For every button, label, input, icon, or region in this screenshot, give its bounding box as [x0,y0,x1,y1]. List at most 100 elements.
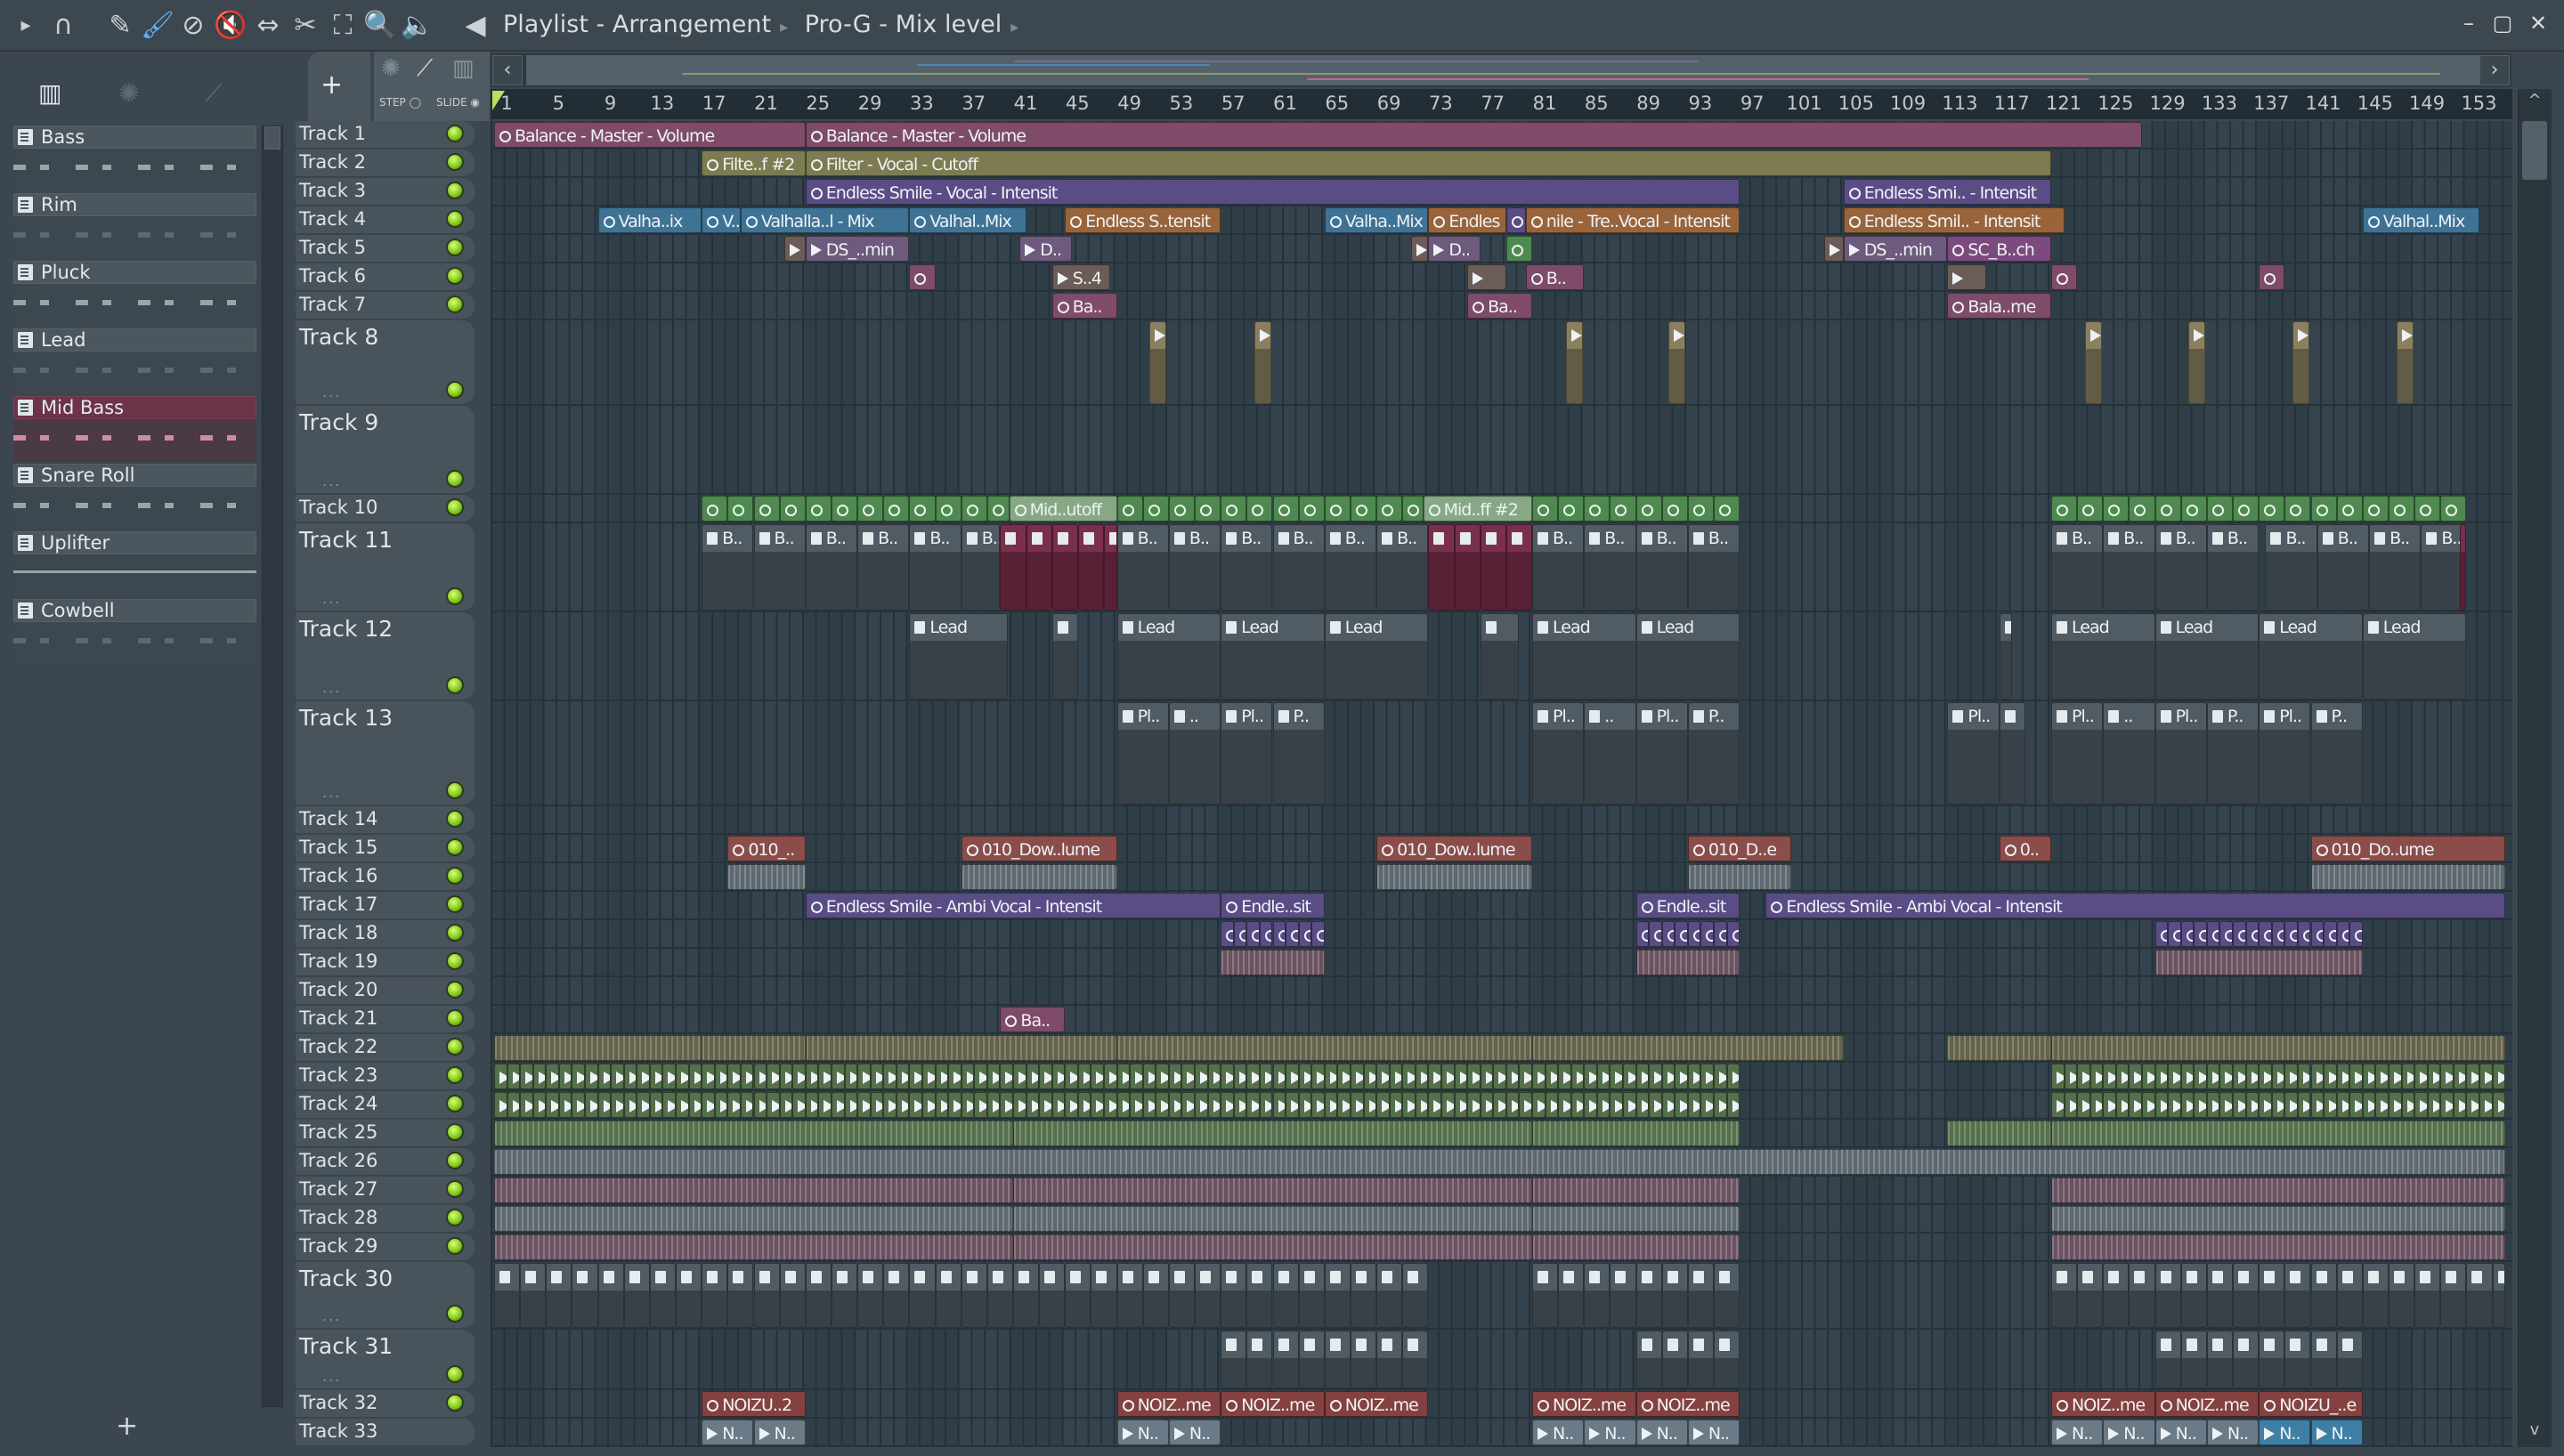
clip[interactable]: Balance - Master - Volume [494,122,806,148]
clip[interactable] [883,1263,910,1328]
track-enable-led[interactable] [446,239,464,256]
clip[interactable] [1195,1263,1221,1328]
clip[interactable] [1091,1064,1104,1089]
clip[interactable]: Pl.. [1116,702,1169,805]
zoom-icon[interactable]: 🔍 [363,9,397,43]
channel-pattern-preview[interactable] [13,554,256,597]
track-header[interactable]: Track 14 [296,806,475,835]
clip[interactable] [1675,1064,1688,1089]
track-header[interactable]: Track 27 [296,1177,475,1205]
clip[interactable]: B.. [1525,264,1585,290]
clip[interactable] [2324,1092,2337,1118]
clip[interactable] [818,1064,832,1089]
clip[interactable] [1272,496,1299,522]
channel-uplifter[interactable]: Uplifter [13,531,256,599]
clip[interactable]: 010_D..e [1687,836,1792,861]
clip[interactable] [1700,1092,1715,1118]
track-more-icon[interactable]: ... [322,384,341,400]
clip[interactable] [805,1064,819,1089]
clip[interactable] [2051,1206,2506,1232]
clip[interactable] [1558,1092,1571,1118]
clip[interactable]: DS_..min [805,236,910,262]
clip[interactable] [1246,1331,1273,1388]
clip[interactable] [1687,1064,1701,1089]
clip[interactable] [2077,1263,2104,1328]
clip[interactable]: Lead [1532,613,1636,700]
clip[interactable] [1376,1064,1390,1089]
clip[interactable] [2180,1331,2207,1388]
clip[interactable] [1532,1206,1740,1232]
clip[interactable]: B.. [2369,524,2422,611]
clip[interactable] [623,1064,637,1089]
track-header[interactable]: Track 33 [296,1419,475,1447]
clip[interactable] [507,1092,521,1118]
clip[interactable] [1714,496,1740,522]
clip[interactable] [2284,921,2298,947]
clip[interactable] [1558,496,1585,522]
clip[interactable] [1505,236,1532,262]
clip[interactable] [1311,1092,1325,1118]
clip[interactable] [1116,1092,1131,1118]
clip[interactable] [1687,1263,1715,1328]
clip[interactable] [1000,1092,1013,1118]
clip[interactable] [2324,921,2337,947]
clip[interactable] [2259,921,2272,947]
clip[interactable] [1051,613,1078,700]
clip[interactable] [1363,1064,1377,1089]
clip[interactable] [1661,496,1688,522]
breadcrumb-playlist[interactable]: Playlist - Arrangement [503,11,771,38]
clip[interactable] [2310,1263,2337,1328]
clip[interactable] [1570,1092,1585,1118]
clip[interactable] [2349,921,2363,947]
clip[interactable] [2259,1263,2285,1328]
clip[interactable] [2310,496,2337,522]
track-header[interactable]: Track 3 [296,178,475,206]
clip[interactable]: Ba.. [1467,293,1532,319]
clip[interactable] [857,1092,871,1118]
clip[interactable] [1168,1064,1182,1089]
clip[interactable] [637,1064,650,1089]
clip[interactable] [1376,864,1532,890]
clip[interactable] [2051,1064,2065,1089]
clip[interactable] [2129,1092,2142,1118]
clip[interactable] [1480,1092,1494,1118]
clip[interactable] [1298,921,1312,947]
clip[interactable] [2194,1064,2207,1089]
track-more-icon[interactable]: ... [322,784,341,801]
clip[interactable] [1298,1331,1325,1388]
track-more-icon[interactable]: ... [322,473,341,489]
clip[interactable] [1714,1092,1727,1118]
clip[interactable] [2349,1092,2363,1118]
clip[interactable] [1350,1263,1377,1328]
clip[interactable]: Valhalla..l - Mix [740,207,910,233]
clip[interactable] [1999,613,2013,700]
clip[interactable] [1221,921,1234,947]
clip[interactable] [2466,1263,2493,1328]
scroll-down-button[interactable]: v [2522,1420,2547,1445]
clip[interactable] [494,1234,1013,1260]
clip[interactable] [2297,1064,2311,1089]
clip[interactable]: Lead [2051,613,2155,700]
clip[interactable] [2259,1064,2272,1089]
clip[interactable]: Lead [1221,613,1325,700]
clip[interactable] [2362,1092,2376,1118]
clip[interactable] [1467,1064,1481,1089]
clip[interactable] [1013,1234,1532,1260]
clip[interactable] [1051,524,1078,611]
track-enable-led[interactable] [446,895,464,913]
clip[interactable] [1156,1092,1169,1118]
track-header[interactable]: Track 23 [296,1063,475,1091]
scroll-up-button[interactable]: ^ [2522,91,2547,116]
clip[interactable] [1402,1331,1429,1388]
clip[interactable] [1714,1263,1740,1328]
clip[interactable] [1077,1064,1091,1089]
clip[interactable] [520,1263,547,1328]
channel-button[interactable]: Rim [13,193,256,216]
clip[interactable] [1065,1092,1078,1118]
clip[interactable] [1700,1064,1715,1089]
clip[interactable] [1272,1064,1286,1089]
clip[interactable] [1505,207,1526,233]
clip[interactable]: SC_B..ch [1947,236,2051,262]
clip[interactable] [1051,1064,1066,1089]
track-enable-led[interactable] [446,1095,464,1112]
